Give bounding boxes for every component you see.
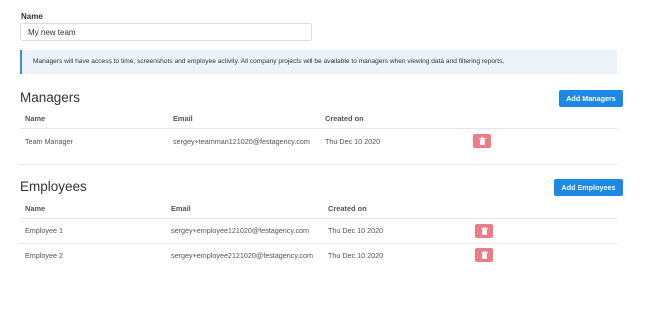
managers-col-created: Created on	[325, 114, 364, 123]
table-row: Employee 1 sergey+employee121020@festage…	[20, 220, 617, 242]
info-notice: Managers will have access to time, scree…	[20, 50, 617, 74]
employee-created: Thu Dec 10 2020	[328, 251, 384, 260]
employees-col-created: Created on	[328, 204, 367, 213]
trash-icon	[478, 137, 486, 145]
managers-col-name: Name	[25, 114, 46, 123]
employees-col-email: Email	[171, 204, 191, 213]
row-divider	[20, 243, 617, 244]
managers-title: Managers	[20, 90, 81, 105]
add-managers-button[interactable]: Add Managers	[559, 90, 623, 107]
trash-icon	[480, 251, 488, 259]
employees-title: Employees	[20, 179, 87, 194]
employee-name: Employee 1	[25, 226, 63, 235]
employee-email: sergey+employee121020@festagency.com	[171, 226, 310, 235]
team-name-input[interactable]	[20, 23, 312, 41]
info-notice-text: Managers will have access to time, scree…	[33, 58, 505, 65]
employee-name: Employee 2	[25, 251, 63, 260]
managers-header-divider	[20, 128, 617, 129]
add-employees-button[interactable]: Add Employees	[554, 179, 623, 196]
employee-email: sergey+employee2121020@festagency.com	[171, 251, 314, 260]
table-row: Team Manager sergey+teamman121020@festag…	[20, 130, 617, 152]
delete-employee-button[interactable]	[475, 224, 493, 238]
employees-header-divider	[20, 218, 617, 219]
name-label: Name	[21, 12, 43, 21]
table-row: Employee 2 sergey+employee2121020@festag…	[20, 245, 617, 267]
employees-col-name: Name	[25, 204, 46, 213]
manager-created: Thu Dec 10 2020	[325, 137, 381, 146]
delete-employee-button[interactable]	[475, 248, 493, 262]
delete-manager-button[interactable]	[473, 134, 491, 148]
employee-created: Thu Dec 10 2020	[328, 226, 384, 235]
manager-email: sergey+teamman121020@festagency.com	[173, 137, 310, 146]
section-divider	[20, 164, 617, 165]
managers-col-email: Email	[173, 114, 193, 123]
manager-name: Team Manager	[25, 137, 73, 146]
trash-icon	[480, 227, 488, 235]
